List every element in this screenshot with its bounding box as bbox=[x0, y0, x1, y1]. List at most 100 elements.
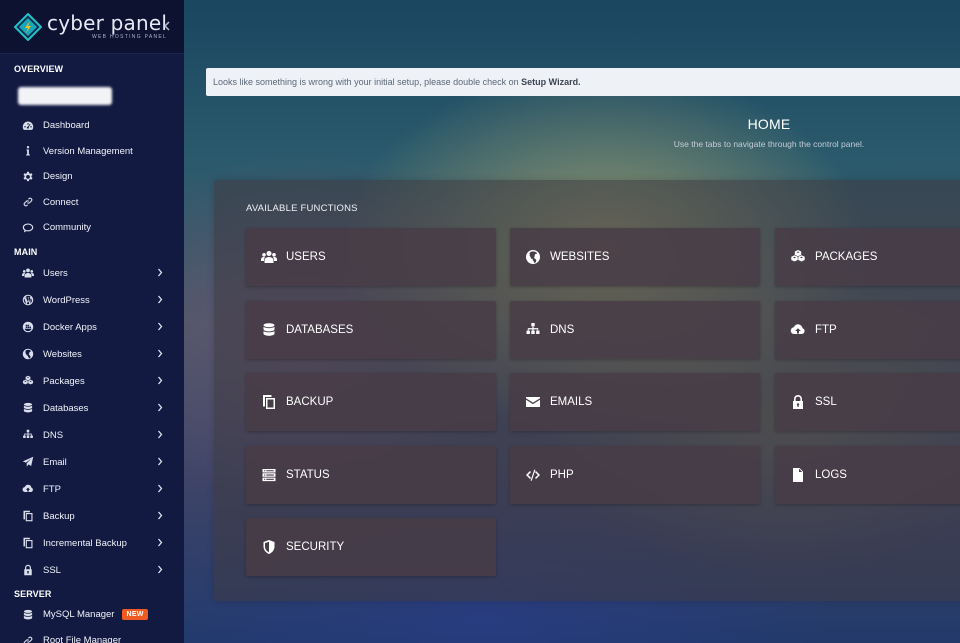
function-tile-emails[interactable]: EMAILS bbox=[510, 373, 760, 431]
sidebar-item-mysql-manager[interactable]: MySQL Manager NEW bbox=[0, 602, 184, 628]
sidebar-item-databases[interactable]: Databases bbox=[0, 395, 184, 422]
function-tile-databases[interactable]: DATABASES bbox=[246, 301, 496, 359]
sidebar-item-label: Community bbox=[43, 222, 92, 234]
function-tile-users[interactable]: USERS bbox=[246, 228, 496, 286]
sidebar-item-label: Incremental Backup bbox=[43, 537, 127, 549]
function-tile-label: SSL bbox=[815, 396, 837, 408]
overview-nav: Dashboard Version Management Design Connect… bbox=[0, 113, 184, 241]
sidebar-item-version-management[interactable]: Version Management bbox=[0, 139, 184, 165]
lock-icon bbox=[22, 564, 34, 576]
sitemap-icon bbox=[524, 321, 542, 339]
copy-icon bbox=[260, 393, 278, 411]
section-overview-label: OVERVIEW bbox=[14, 64, 64, 74]
function-tile-backup[interactable]: BACKUP bbox=[246, 373, 496, 431]
function-tile-php[interactable]: PHP bbox=[510, 446, 760, 504]
function-tile-dns[interactable]: DNS bbox=[510, 301, 760, 359]
sidebar-item-label: Packages bbox=[43, 375, 85, 387]
chevron-right-icon bbox=[157, 511, 163, 520]
function-tile-label: PACKAGES bbox=[815, 251, 878, 263]
function-tile-websites[interactable]: WEBSITES bbox=[510, 228, 760, 286]
sidebar-item-websites[interactable]: Websites bbox=[0, 341, 184, 368]
sidebar-item-dashboard[interactable]: Dashboard bbox=[0, 113, 184, 139]
function-tile-label: DATABASES bbox=[286, 324, 354, 336]
globe-icon bbox=[22, 348, 34, 360]
sidebar-item-label: SSL bbox=[43, 564, 61, 576]
function-tile-label: SECURITY bbox=[286, 541, 345, 553]
section-server-label: SERVER bbox=[14, 588, 52, 599]
setup-alert: Looks like something is wrong with your … bbox=[206, 68, 960, 96]
function-tile-label: WEBSITES bbox=[550, 251, 610, 263]
brand-name: cyber panel bbox=[47, 11, 168, 35]
chevron-right-icon bbox=[157, 565, 163, 574]
sidebar-item-docker-apps[interactable]: Docker Apps bbox=[0, 314, 184, 341]
sidebar-item-community[interactable]: Community bbox=[0, 215, 184, 241]
paper-plane-icon bbox=[22, 456, 34, 468]
sidebar-item-label: WordPress bbox=[43, 294, 90, 306]
function-tile-label: EMAILS bbox=[550, 396, 593, 408]
sidebar-item-email[interactable]: Email bbox=[0, 449, 184, 476]
copy-icon bbox=[22, 537, 34, 549]
gear-icon bbox=[22, 171, 34, 183]
function-tile-label: STATUS bbox=[286, 469, 330, 481]
sidebar-item-root-file-manager[interactable]: Root File Manager bbox=[0, 628, 184, 643]
sidebar: cyber panel WEB HOSTING PANEL OVERVIEW D… bbox=[0, 0, 184, 643]
lock-icon bbox=[789, 393, 807, 411]
sidebar-item-users[interactable]: Users bbox=[0, 260, 184, 287]
database-icon bbox=[22, 402, 34, 414]
shield-icon bbox=[260, 538, 278, 556]
info-icon bbox=[22, 145, 34, 157]
brand-tagline: WEB HOSTING PANEL bbox=[92, 34, 168, 40]
sitemap-icon bbox=[22, 429, 34, 441]
function-tile-logs[interactable]: LOGS bbox=[775, 446, 960, 504]
cloud-upload-icon bbox=[789, 321, 807, 339]
panel-title: AVAILABLE FUNCTIONS bbox=[246, 203, 358, 214]
users-icon bbox=[260, 248, 278, 266]
sidebar-item-backup[interactable]: Backup bbox=[0, 503, 184, 530]
sidebar-item-design[interactable]: Design bbox=[0, 164, 184, 190]
page-subtitle: Use the tabs to navigate through the con… bbox=[673, 139, 865, 149]
sidebar-item-label: Root File Manager bbox=[43, 635, 122, 643]
new-badge: NEW bbox=[122, 609, 148, 620]
sidebar-item-connect[interactable]: Connect bbox=[0, 190, 184, 216]
sidebar-item-incremental-backup[interactable]: Incremental Backup bbox=[0, 530, 184, 557]
chevron-right-icon bbox=[157, 349, 163, 358]
user-name-redacted bbox=[18, 87, 112, 105]
sidebar-item-packages[interactable]: Packages bbox=[0, 368, 184, 395]
main-nav: Users WordPress Docker Apps Websites Package… bbox=[0, 260, 184, 584]
sidebar-item-label: Email bbox=[43, 456, 67, 468]
sidebar-item-label: FTP bbox=[43, 483, 61, 495]
sidebar-item-ssl[interactable]: SSL bbox=[0, 557, 184, 584]
function-tile-status[interactable]: STATUS bbox=[246, 446, 496, 504]
link-icon bbox=[22, 196, 34, 208]
function-tile-label: USERS bbox=[286, 251, 326, 263]
sidebar-item-wordpress[interactable]: WordPress bbox=[0, 287, 184, 314]
server-nav: MySQL Manager NEW Root File Manager bbox=[0, 602, 184, 643]
sidebar-item-label: Users bbox=[43, 267, 68, 279]
sidebar-item-label: Dashboard bbox=[43, 120, 90, 132]
server-icon bbox=[260, 466, 278, 484]
available-functions-panel: AVAILABLE FUNCTIONS USERS WEBSITES PACKAGE… bbox=[214, 180, 960, 601]
database-icon bbox=[22, 609, 34, 621]
chevron-right-icon bbox=[157, 295, 163, 304]
main-content: Looks like something is wrong with your … bbox=[184, 0, 960, 643]
dashboard-icon bbox=[22, 120, 34, 132]
cyberpanel-logo-icon[interactable] bbox=[14, 12, 42, 41]
collapse-sidebar-icon[interactable] bbox=[162, 19, 172, 33]
comments-icon bbox=[22, 222, 34, 234]
copy-icon bbox=[22, 510, 34, 522]
file-icon bbox=[789, 466, 807, 484]
sidebar-item-dns[interactable]: DNS bbox=[0, 422, 184, 449]
sidebar-item-label: MySQL Manager bbox=[43, 609, 115, 620]
chevron-right-icon bbox=[157, 376, 163, 385]
function-tile-ssl[interactable]: SSL bbox=[775, 373, 960, 431]
globe-icon bbox=[524, 248, 542, 266]
function-tile-label: PHP bbox=[550, 469, 574, 481]
function-tile-ftp[interactable]: FTP bbox=[775, 301, 960, 359]
sidebar-item-label: Docker Apps bbox=[43, 321, 97, 333]
function-tile-label: FTP bbox=[815, 324, 837, 336]
setup-wizard-link[interactable]: Setup Wizard. bbox=[521, 77, 580, 87]
section-main-label: MAIN bbox=[14, 246, 38, 257]
function-tile-security[interactable]: SECURITY bbox=[246, 518, 496, 576]
sidebar-item-ftp[interactable]: FTP bbox=[0, 476, 184, 503]
function-tile-packages[interactable]: PACKAGES bbox=[775, 228, 960, 286]
